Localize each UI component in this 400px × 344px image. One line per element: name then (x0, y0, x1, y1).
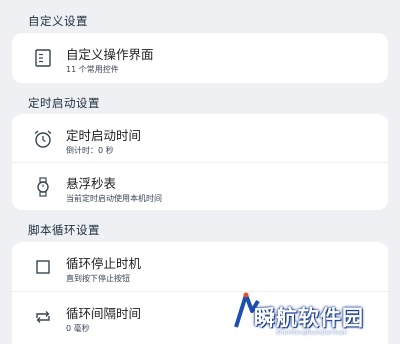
stop-square-icon (36, 260, 50, 274)
section-title-timer: 定时启动设置 (28, 96, 100, 110)
setting-subtitle: 倒计时：0 秒 (66, 146, 114, 155)
setting-row-start-time[interactable]: 定时启动时间 倒计时：0 秒 (12, 114, 388, 164)
watermark: 瞬航软件园 ShunHangRuanJianYuan (230, 285, 400, 344)
setting-subtitle: 当前定时启动使用本机时间 (66, 194, 162, 203)
setting-row-custom-ui[interactable]: 自定义操作界面 11 个常用控件 (12, 33, 388, 83)
setting-title: 循环停止时机 (66, 256, 142, 271)
alarm-clock-icon (34, 130, 52, 148)
setting-title: 定时启动时间 (66, 128, 142, 143)
setting-row-floating-stopwatch[interactable]: 悬浮秒表 当前定时启动使用本机时间 (12, 162, 388, 212)
setting-title: 悬浮秒表 (66, 176, 117, 191)
section-title-custom: 自定义设置 (28, 14, 88, 28)
watermark-subtext: ShunHangRuanJianYuan (276, 330, 348, 336)
panel-icon (35, 49, 51, 67)
setting-title: 自定义操作界面 (66, 47, 154, 62)
setting-subtitle: 0 毫秒 (66, 324, 90, 333)
setting-subtitle: 直到按下停止按钮 (66, 274, 130, 283)
setting-title: 循环间隔时间 (66, 306, 142, 321)
setting-subtitle: 11 个常用控件 (66, 65, 119, 74)
section-title-loop: 脚本循环设置 (28, 223, 100, 237)
watch-icon (37, 177, 49, 197)
card-custom-settings: 自定义操作界面 11 个常用控件 (12, 33, 388, 83)
watermark-text: 瞬航软件园 (254, 306, 364, 330)
loop-arrows-icon (36, 311, 50, 323)
row-divider (12, 162, 388, 163)
